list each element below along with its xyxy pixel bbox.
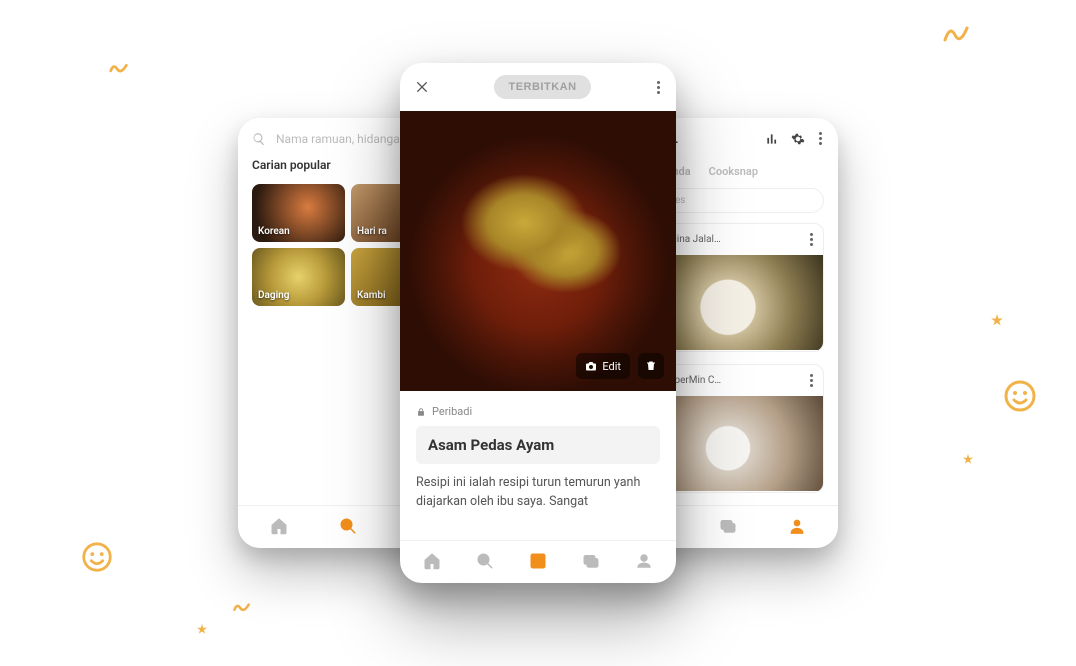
recipe-description[interactable]: Resipi ini ialah resipi turun temurun ya… <box>400 474 676 512</box>
stats-icon[interactable] <box>765 132 779 146</box>
camera-icon <box>585 360 597 372</box>
privacy-badge: Peribadi <box>400 391 676 426</box>
nav-create[interactable] <box>528 551 548 571</box>
search-icon <box>252 132 266 146</box>
edit-photo-button[interactable]: Edit <box>576 353 630 379</box>
decoration-star <box>196 620 208 632</box>
decoration-squiggle <box>108 58 130 80</box>
feed-more-icon[interactable] <box>808 231 815 248</box>
nav-search[interactable] <box>475 551 495 571</box>
delete-photo-button[interactable] <box>638 353 664 379</box>
recipe-hero-image: Edit <box>400 111 676 391</box>
decoration-smiley <box>80 540 114 574</box>
tab-cooksnap[interactable]: Cooksnap <box>709 165 758 178</box>
decoration-star <box>990 312 1004 326</box>
close-icon[interactable] <box>414 79 430 95</box>
more-icon[interactable] <box>655 79 662 96</box>
decoration-squiggle <box>940 20 970 50</box>
decoration-star <box>962 450 974 462</box>
search-placeholder: Nama ramuan, hidanga <box>276 132 400 146</box>
gear-icon[interactable] <box>791 132 805 146</box>
recipe-title-input[interactable]: Asam Pedas Ayam <box>416 426 660 464</box>
more-icon[interactable] <box>817 130 824 147</box>
nav-chat[interactable] <box>718 516 738 536</box>
nav-chat[interactable] <box>581 551 601 571</box>
trash-icon <box>645 360 657 372</box>
lock-icon <box>416 407 426 417</box>
nav-home[interactable] <box>269 516 289 536</box>
phone-editor: TERBITKAN Edit Peribadi Asam Pedas Ayam … <box>400 63 676 583</box>
nav-home[interactable] <box>422 551 442 571</box>
nav-search[interactable] <box>338 516 358 536</box>
nav-profile[interactable] <box>787 516 807 536</box>
nav-profile[interactable] <box>634 551 654 571</box>
feed-more-icon[interactable] <box>808 372 815 389</box>
tile-daging[interactable]: Daging <box>252 248 345 306</box>
tile-korean[interactable]: Korean <box>252 184 345 242</box>
bottom-nav <box>400 540 676 583</box>
publish-button[interactable]: TERBITKAN <box>494 75 590 99</box>
decoration-smiley <box>1002 378 1038 414</box>
